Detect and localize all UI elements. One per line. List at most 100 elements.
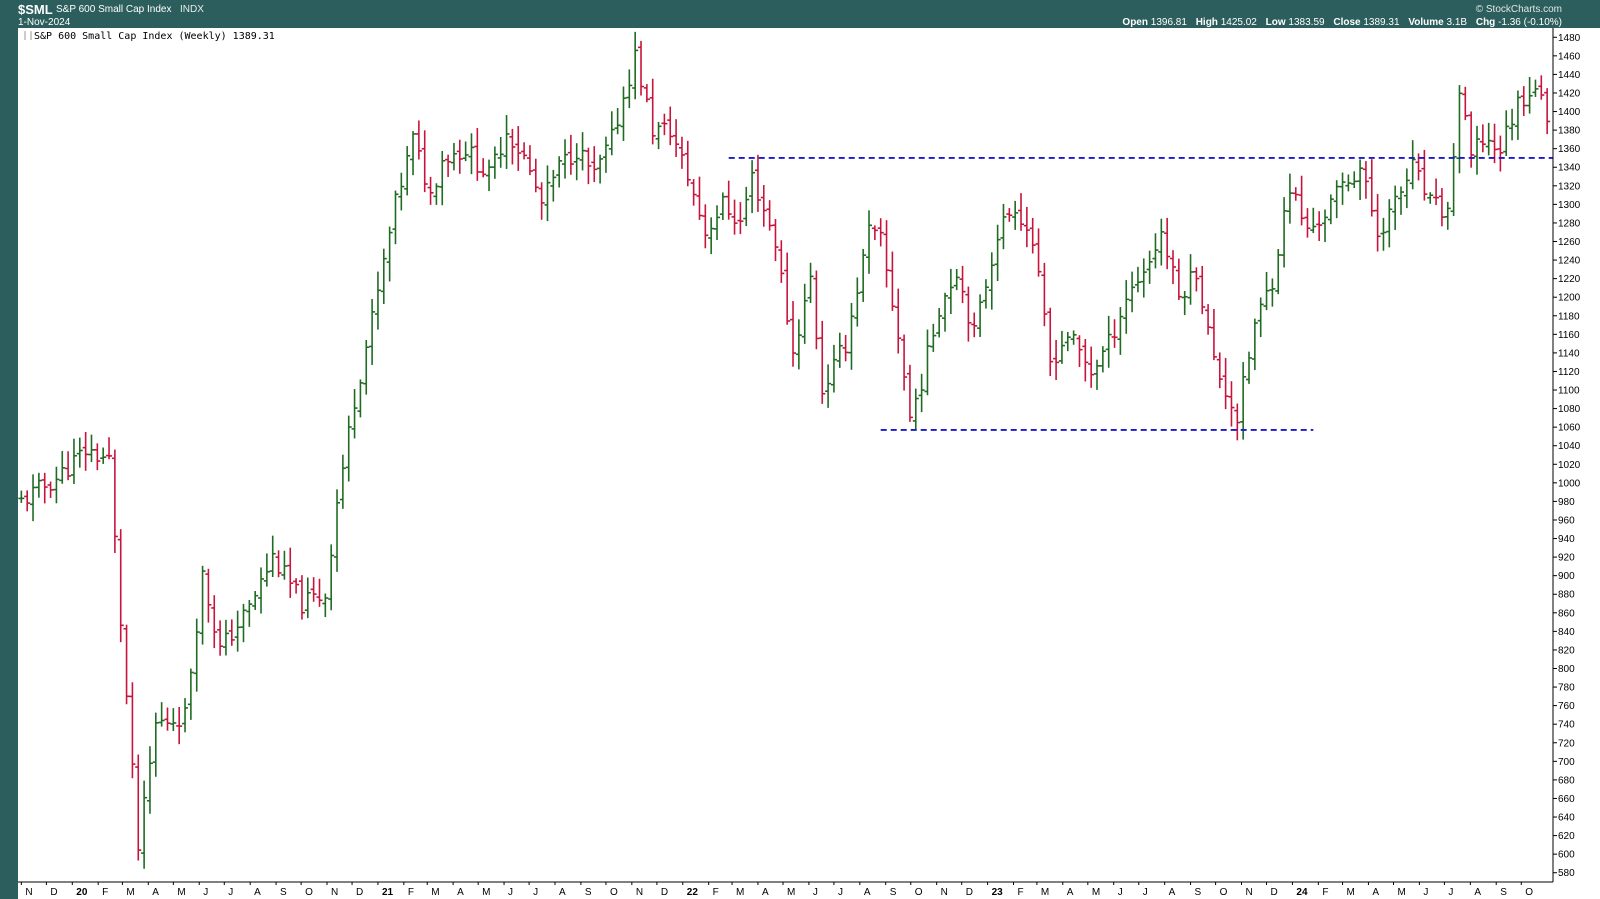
y-tick-label: 1460 [1558,51,1581,62]
y-tick-label: 1420 [1558,88,1581,99]
x-tick-label: 23 [992,887,1004,898]
y-tick-label: 660 [1558,794,1575,805]
y-tick-label: 1280 [1558,218,1581,229]
x-tick-label: F [102,887,108,898]
x-tick-label: M [1041,887,1049,898]
x-tick-label: J [533,887,538,898]
x-tick-label: A [559,887,566,898]
x-tick-label: J [228,887,233,898]
y-tick-label: 780 [1558,683,1575,694]
y-tick-label: 800 [1558,664,1575,675]
x-tick-label: O [305,887,313,898]
x-tick-label: J [203,887,208,898]
x-tick-label: O [1525,887,1533,898]
x-tick-label: J [1143,887,1148,898]
x-tick-label: M [787,887,795,898]
x-tick-label: A [864,887,871,898]
x-tick-label: N [331,887,338,898]
y-tick-label: 1020 [1558,460,1581,471]
x-tick-label: N [941,887,948,898]
x-tick-label: A [254,887,261,898]
x-tick-label: M [1397,887,1405,898]
x-tick-label: J [1448,887,1453,898]
x-tick-label: S [1500,887,1507,898]
y-tick-label: 920 [1558,553,1575,564]
x-tick-label: M [126,887,134,898]
x-tick-label: A [1169,887,1176,898]
y-tick-label: 1320 [1558,181,1581,192]
x-tick-label: A [1474,887,1481,898]
x-tick-label: A [152,887,159,898]
price-chart[interactable]: 580 600 620 640 660 680 700 720 740 760 780 800 820 8… [0,0,1600,899]
y-tick-label: 1380 [1558,126,1581,137]
y-tick-label: 680 [1558,775,1575,786]
y-tick-label: 840 [1558,627,1575,638]
y-tick-label: 960 [1558,515,1575,526]
y-tick-label: 600 [1558,850,1575,861]
y-tick-label: 720 [1558,738,1575,749]
x-tick-label: A [1372,887,1379,898]
legend-text: S&P 600 Small Cap Index (Weekly) 1389.31 [34,31,275,42]
x-tick-label: N [636,887,643,898]
x-tick-label: N [1245,887,1252,898]
x-tick-label: D [966,887,973,898]
y-tick-label: 860 [1558,608,1575,619]
y-tick-label: 1340 [1558,163,1581,174]
x-tick-label: F [1322,887,1328,898]
y-tick-label: 580 [1558,868,1575,879]
chart-legend: ᛁᛁ S&P 600 Small Cap Index (Weekly) 1389… [22,31,275,42]
x-tick-label: D [356,887,363,898]
y-tick-label: 1120 [1558,367,1580,378]
y-tick-label: 1480 [1558,33,1581,44]
y-tick-label: 1260 [1558,237,1581,248]
y-tick-label: 1360 [1558,144,1581,155]
x-tick-label: J [1423,887,1428,898]
x-tick-label: J [1118,887,1123,898]
x-tick-label: F [713,887,719,898]
y-tick-label: 1300 [1558,200,1581,211]
y-tick-label: 980 [1558,497,1575,508]
x-tick-label: O [610,887,618,898]
y-tick-label: 1180 [1558,311,1580,322]
y-tick-label: 1400 [1558,107,1581,118]
x-tick-label: A [762,887,769,898]
y-tick-label: 1160 [1558,330,1580,341]
x-tick-label: J [508,887,513,898]
chart-frame: $SML S&P 600 Small Cap Index INDX 1-Nov-… [0,0,1600,899]
x-tick-label: M [177,887,185,898]
x-tick-label: O [915,887,923,898]
y-tick-label: 1080 [1558,404,1581,415]
x-tick-label: S [585,887,592,898]
x-tick-label: F [1017,887,1023,898]
x-tick-label: M [431,887,439,898]
x-tick-label: 20 [76,887,88,898]
x-tick-label: 22 [687,887,699,898]
x-tick-label: 21 [382,887,394,898]
x-tick-label: S [890,887,897,898]
y-tick-label: 1200 [1558,293,1581,304]
x-tick-label: 24 [1296,887,1308,898]
y-axis-panel [1553,28,1600,882]
x-tick-label: S [280,887,287,898]
y-tick-label: 740 [1558,720,1575,731]
x-tick-label: O [1220,887,1228,898]
x-tick-label: S [1195,887,1202,898]
y-tick-label: 700 [1558,757,1575,768]
x-tick-label: M [1092,887,1100,898]
x-tick-label: M [482,887,490,898]
y-tick-label: 900 [1558,571,1575,582]
x-tick-label: A [457,887,464,898]
plot-area [18,28,1553,882]
x-tick-label: A [1067,887,1074,898]
y-tick-label: 1000 [1558,478,1581,489]
y-tick-label: 640 [1558,813,1575,824]
x-tick-label: M [1347,887,1355,898]
x-tick-label: D [661,887,668,898]
y-tick-label: 1240 [1558,256,1581,267]
y-tick-label: 760 [1558,701,1575,712]
x-tick-label: N [25,887,32,898]
y-tick-label: 940 [1558,534,1575,545]
y-tick-label: 620 [1558,831,1575,842]
y-tick-label: 1040 [1558,441,1581,452]
y-tick-label: 1440 [1558,70,1581,81]
